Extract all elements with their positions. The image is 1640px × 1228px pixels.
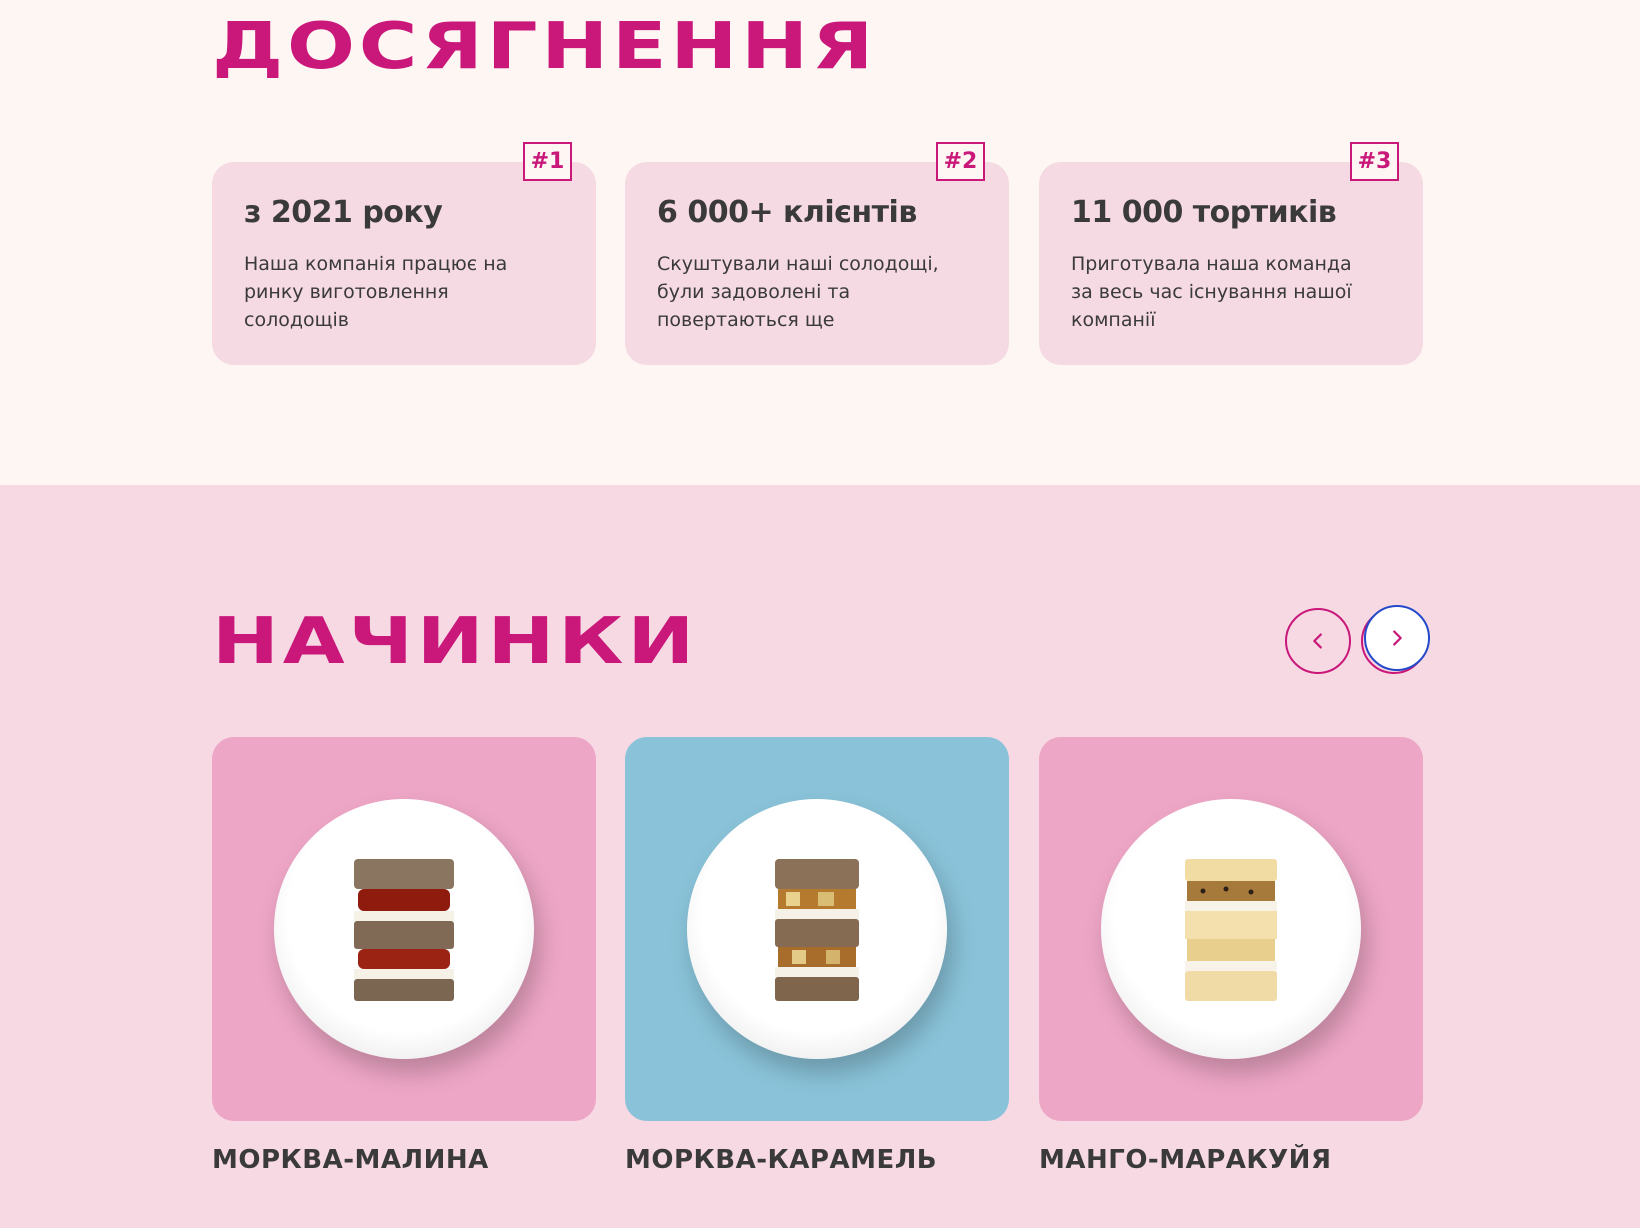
achievement-heading: 11 000 тортиків [1071,195,1337,230]
fillings-title: НАЧИНКИ [212,605,699,679]
filling-card[interactable] [625,737,1009,1121]
chevron-left-icon [1313,633,1322,649]
filling-card[interactable] [1039,737,1423,1121]
achievement-badge: #2 [936,142,985,181]
achievement-card: #2 6 000+ клієнтів Скуштували наші солод… [625,142,1009,365]
plate-image [1101,799,1361,1059]
achievement-text: Скуштували наші солодощі, були задоволен… [657,253,939,331]
achievement-badge: #1 [523,142,572,181]
mango-passionfruit-cake-slice-image [1185,859,1277,1001]
filling-name[interactable]: МОРКВА-КАРАМЕЛЬ [625,1145,937,1175]
filling-name[interactable]: МОРКВА-МАЛИНА [212,1145,489,1175]
chevron-right-icon [1393,630,1402,646]
achievement-badge: #3 [1350,142,1399,181]
achievement-text: Наша компанія працює на ринку виготовлен… [244,253,508,331]
achievement-heading: з 2021 року [244,195,443,230]
plate-image [274,799,534,1059]
achievements-section: ДОСЯГНЕННЯ #1 з 2021 року Наша компанія … [0,0,1640,485]
achievement-text: Приготувала наша команда за весь час існ… [1071,253,1352,331]
carrot-raspberry-cake-slice-image [354,859,454,1001]
achievement-card: #1 з 2021 року Наша компанія працює на р… [212,142,596,365]
filling-card[interactable] [212,737,596,1121]
carousel-prev-button[interactable] [1285,608,1351,674]
carousel-next-button[interactable] [1364,605,1430,671]
achievements-title: ДОСЯГНЕННЯ [212,10,878,84]
plate-image [687,799,947,1059]
achievement-card: #3 11 000 тортиків Приготувала наша кома… [1039,142,1423,365]
carrot-caramel-cake-slice-image [775,859,859,1001]
achievement-heading: 6 000+ клієнтів [657,195,917,230]
filling-name[interactable]: МАНГО-МАРАКУЙЯ [1039,1145,1331,1175]
